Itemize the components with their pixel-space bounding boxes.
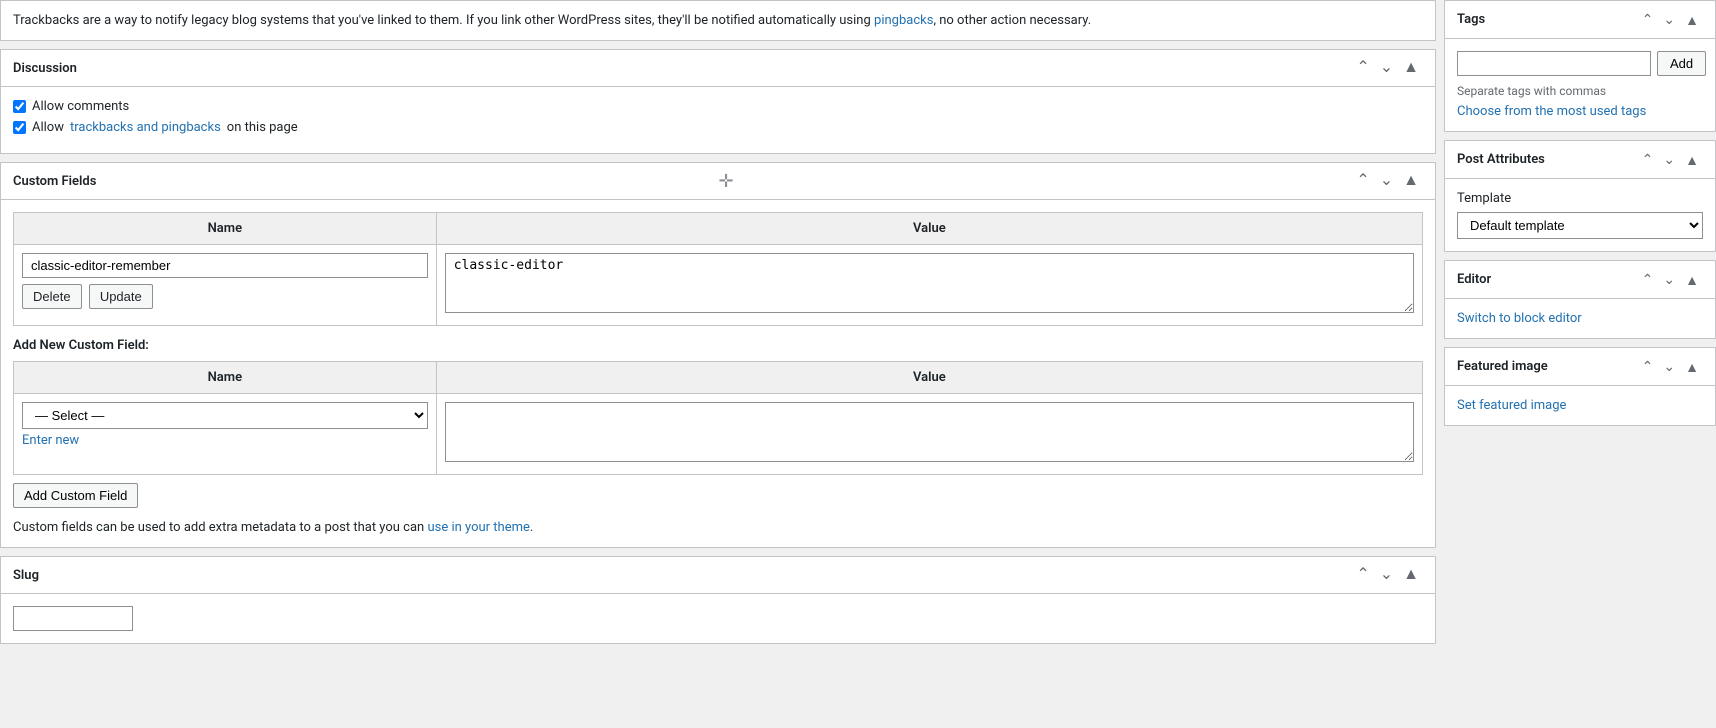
add-new-section: Add New Custom Field: Name Value — Sel — [13, 338, 1423, 520]
slug-collapse-down[interactable]: ⌄ — [1376, 565, 1397, 585]
tags-collapse-down[interactable]: ⌄ — [1659, 9, 1679, 30]
custom-fields-collapse-up[interactable]: ⌃ — [1352, 171, 1373, 191]
custom-fields-content: Name Value Delete Update — [1, 200, 1435, 547]
editor-collapse-up[interactable]: ⌃ — [1638, 269, 1658, 290]
editor-collapse-down[interactable]: ⌄ — [1659, 269, 1679, 290]
slug-controls: ⌃ ⌄ ▲ — [1352, 565, 1423, 585]
delete-custom-field-button[interactable]: Delete — [22, 284, 82, 309]
discussion-toggle[interactable]: ▲ — [1399, 58, 1423, 78]
slug-toggle[interactable]: ▲ — [1399, 565, 1423, 585]
tags-panel-header: Tags ⌃ ⌄ ▲ — [1445, 1, 1715, 39]
tags-collapse-up[interactable]: ⌃ — [1638, 9, 1658, 30]
featured-image-panel: Featured image ⌃ ⌄ ▲ Set featured image — [1444, 347, 1716, 426]
slug-panel: Slug ⌃ ⌄ ▲ — [0, 556, 1436, 644]
editor-controls: ⌃ ⌄ ▲ — [1638, 269, 1703, 290]
discussion-collapse-up[interactable]: ⌃ — [1352, 58, 1373, 78]
custom-field-name-cell: Delete Update — [14, 245, 437, 326]
custom-field-value-textarea[interactable]: classic-editor — [445, 253, 1414, 313]
tags-add-button[interactable]: Add — [1657, 51, 1706, 76]
tags-input-row: Add — [1457, 51, 1703, 76]
post-attributes-collapse-down[interactable]: ⌄ — [1659, 149, 1679, 170]
add-new-label: Add New Custom Field: — [13, 338, 1423, 353]
editor-panel-header: Editor ⌃ ⌄ ▲ — [1445, 261, 1715, 299]
custom-fields-note: Custom fields can be used to add extra m… — [13, 520, 1423, 535]
custom-fields-collapse-down[interactable]: ⌄ — [1376, 171, 1397, 191]
editor-panel-title: Editor — [1457, 272, 1638, 287]
tags-text-input[interactable] — [1457, 51, 1651, 76]
use-in-theme-link[interactable]: use in your theme — [427, 520, 529, 535]
tags-controls: ⌃ ⌄ ▲ — [1638, 9, 1703, 30]
featured-image-header: Featured image ⌃ ⌄ ▲ — [1445, 348, 1715, 386]
discussion-title: Discussion — [13, 61, 1352, 76]
post-attributes-panel: Post Attributes ⌃ ⌄ ▲ Template Default t… — [1444, 140, 1716, 252]
update-custom-field-button[interactable]: Update — [89, 284, 153, 309]
custom-field-value-cell: classic-editor — [436, 245, 1422, 326]
tags-panel: Tags ⌃ ⌄ ▲ Add Separate tags with commas… — [1444, 0, 1716, 132]
slug-input[interactable] — [13, 606, 133, 631]
discussion-collapse-down[interactable]: ⌄ — [1376, 58, 1397, 78]
post-attributes-title: Post Attributes — [1457, 152, 1638, 167]
new-field-value-cell — [436, 394, 1422, 475]
new-field-value-textarea[interactable] — [445, 402, 1414, 462]
custom-fields-header: Custom Fields ✛ ⌃ ⌄ ▲ — [1, 163, 1435, 200]
custom-fields-table: Name Value Delete Update — [13, 212, 1423, 326]
new-field-name-cell: — Select — Enter new — [14, 394, 437, 475]
editor-toggle[interactable]: ▲ — [1681, 270, 1703, 290]
custom-field-name-input[interactable] — [22, 253, 428, 278]
discussion-header: Discussion ⌃ ⌄ ▲ — [1, 50, 1435, 87]
post-attributes-toggle[interactable]: ▲ — [1681, 150, 1703, 170]
post-attributes-content: Template Default template — [1445, 179, 1715, 251]
post-attributes-header: Post Attributes ⌃ ⌄ ▲ — [1445, 141, 1715, 179]
slug-collapse-up[interactable]: ⌃ — [1352, 565, 1373, 585]
tags-panel-content: Add Separate tags with commas Choose fro… — [1445, 39, 1715, 131]
featured-image-title: Featured image — [1457, 359, 1638, 374]
editor-panel: Editor ⌃ ⌄ ▲ Switch to block editor — [1444, 260, 1716, 339]
slug-header: Slug ⌃ ⌄ ▲ — [1, 557, 1435, 594]
new-field-table: Name Value — Select — Enter new — [13, 361, 1423, 475]
allow-comments-checkbox[interactable] — [13, 100, 26, 113]
custom-fields-toggle[interactable]: ▲ — [1399, 171, 1423, 191]
new-name-column-header: Name — [14, 362, 437, 394]
featured-image-collapse-down[interactable]: ⌄ — [1659, 356, 1679, 377]
enter-new-link[interactable]: Enter new — [22, 433, 428, 448]
tags-panel-title: Tags — [1457, 12, 1638, 27]
set-featured-image-link[interactable]: Set featured image — [1457, 398, 1566, 413]
post-attributes-collapse-up[interactable]: ⌃ — [1638, 149, 1658, 170]
trackbacks-notice: Trackbacks are a way to notify legacy bl… — [0, 0, 1436, 41]
featured-image-controls: ⌃ ⌄ ▲ — [1638, 356, 1703, 377]
drag-handle-icon: ✛ — [718, 171, 733, 192]
tags-used-link[interactable]: Choose from the most used tags — [1457, 104, 1646, 119]
tags-toggle[interactable]: ▲ — [1681, 10, 1703, 30]
featured-image-collapse-up[interactable]: ⌃ — [1638, 356, 1658, 377]
custom-fields-title: Custom Fields — [13, 174, 1352, 189]
custom-field-row: Delete Update classic-editor — [14, 245, 1423, 326]
slug-content — [1, 594, 1435, 643]
tags-separate-note: Separate tags with commas — [1457, 84, 1703, 98]
new-field-row: — Select — Enter new — [14, 394, 1423, 475]
editor-panel-content: Switch to block editor — [1445, 299, 1715, 338]
pingbacks-link[interactable]: pingbacks — [874, 13, 933, 28]
discussion-content: Allow comments Allow trackbacks and ping… — [1, 87, 1435, 153]
discussion-panel: Discussion ⌃ ⌄ ▲ Allow comments Allow tr… — [0, 49, 1436, 154]
allow-trackbacks-checkbox[interactable] — [13, 121, 26, 134]
post-attributes-controls: ⌃ ⌄ ▲ — [1638, 149, 1703, 170]
value-column-header: Value — [436, 213, 1422, 245]
featured-image-toggle[interactable]: ▲ — [1681, 357, 1703, 377]
allow-comments-label[interactable]: Allow comments — [13, 99, 1423, 114]
new-field-select[interactable]: — Select — — [22, 402, 428, 429]
switch-to-block-editor-link[interactable]: Switch to block editor — [1457, 311, 1582, 326]
featured-image-content: Set featured image — [1445, 386, 1715, 425]
template-label: Template — [1457, 191, 1703, 206]
discussion-controls: ⌃ ⌄ ▲ — [1352, 58, 1423, 78]
allow-trackbacks-label[interactable]: Allow trackbacks and pingbacks on this p… — [13, 120, 1423, 135]
custom-fields-controls: ⌃ ⌄ ▲ — [1352, 171, 1423, 191]
name-column-header: Name — [14, 213, 437, 245]
add-custom-field-button[interactable]: Add Custom Field — [13, 483, 138, 508]
template-select[interactable]: Default template — [1457, 212, 1703, 239]
custom-fields-panel: Custom Fields ✛ ⌃ ⌄ ▲ Name Value — [0, 162, 1436, 548]
slug-title: Slug — [13, 568, 1352, 583]
new-value-column-header: Value — [436, 362, 1422, 394]
trackbacks-pingbacks-link[interactable]: trackbacks and pingbacks — [70, 120, 221, 135]
